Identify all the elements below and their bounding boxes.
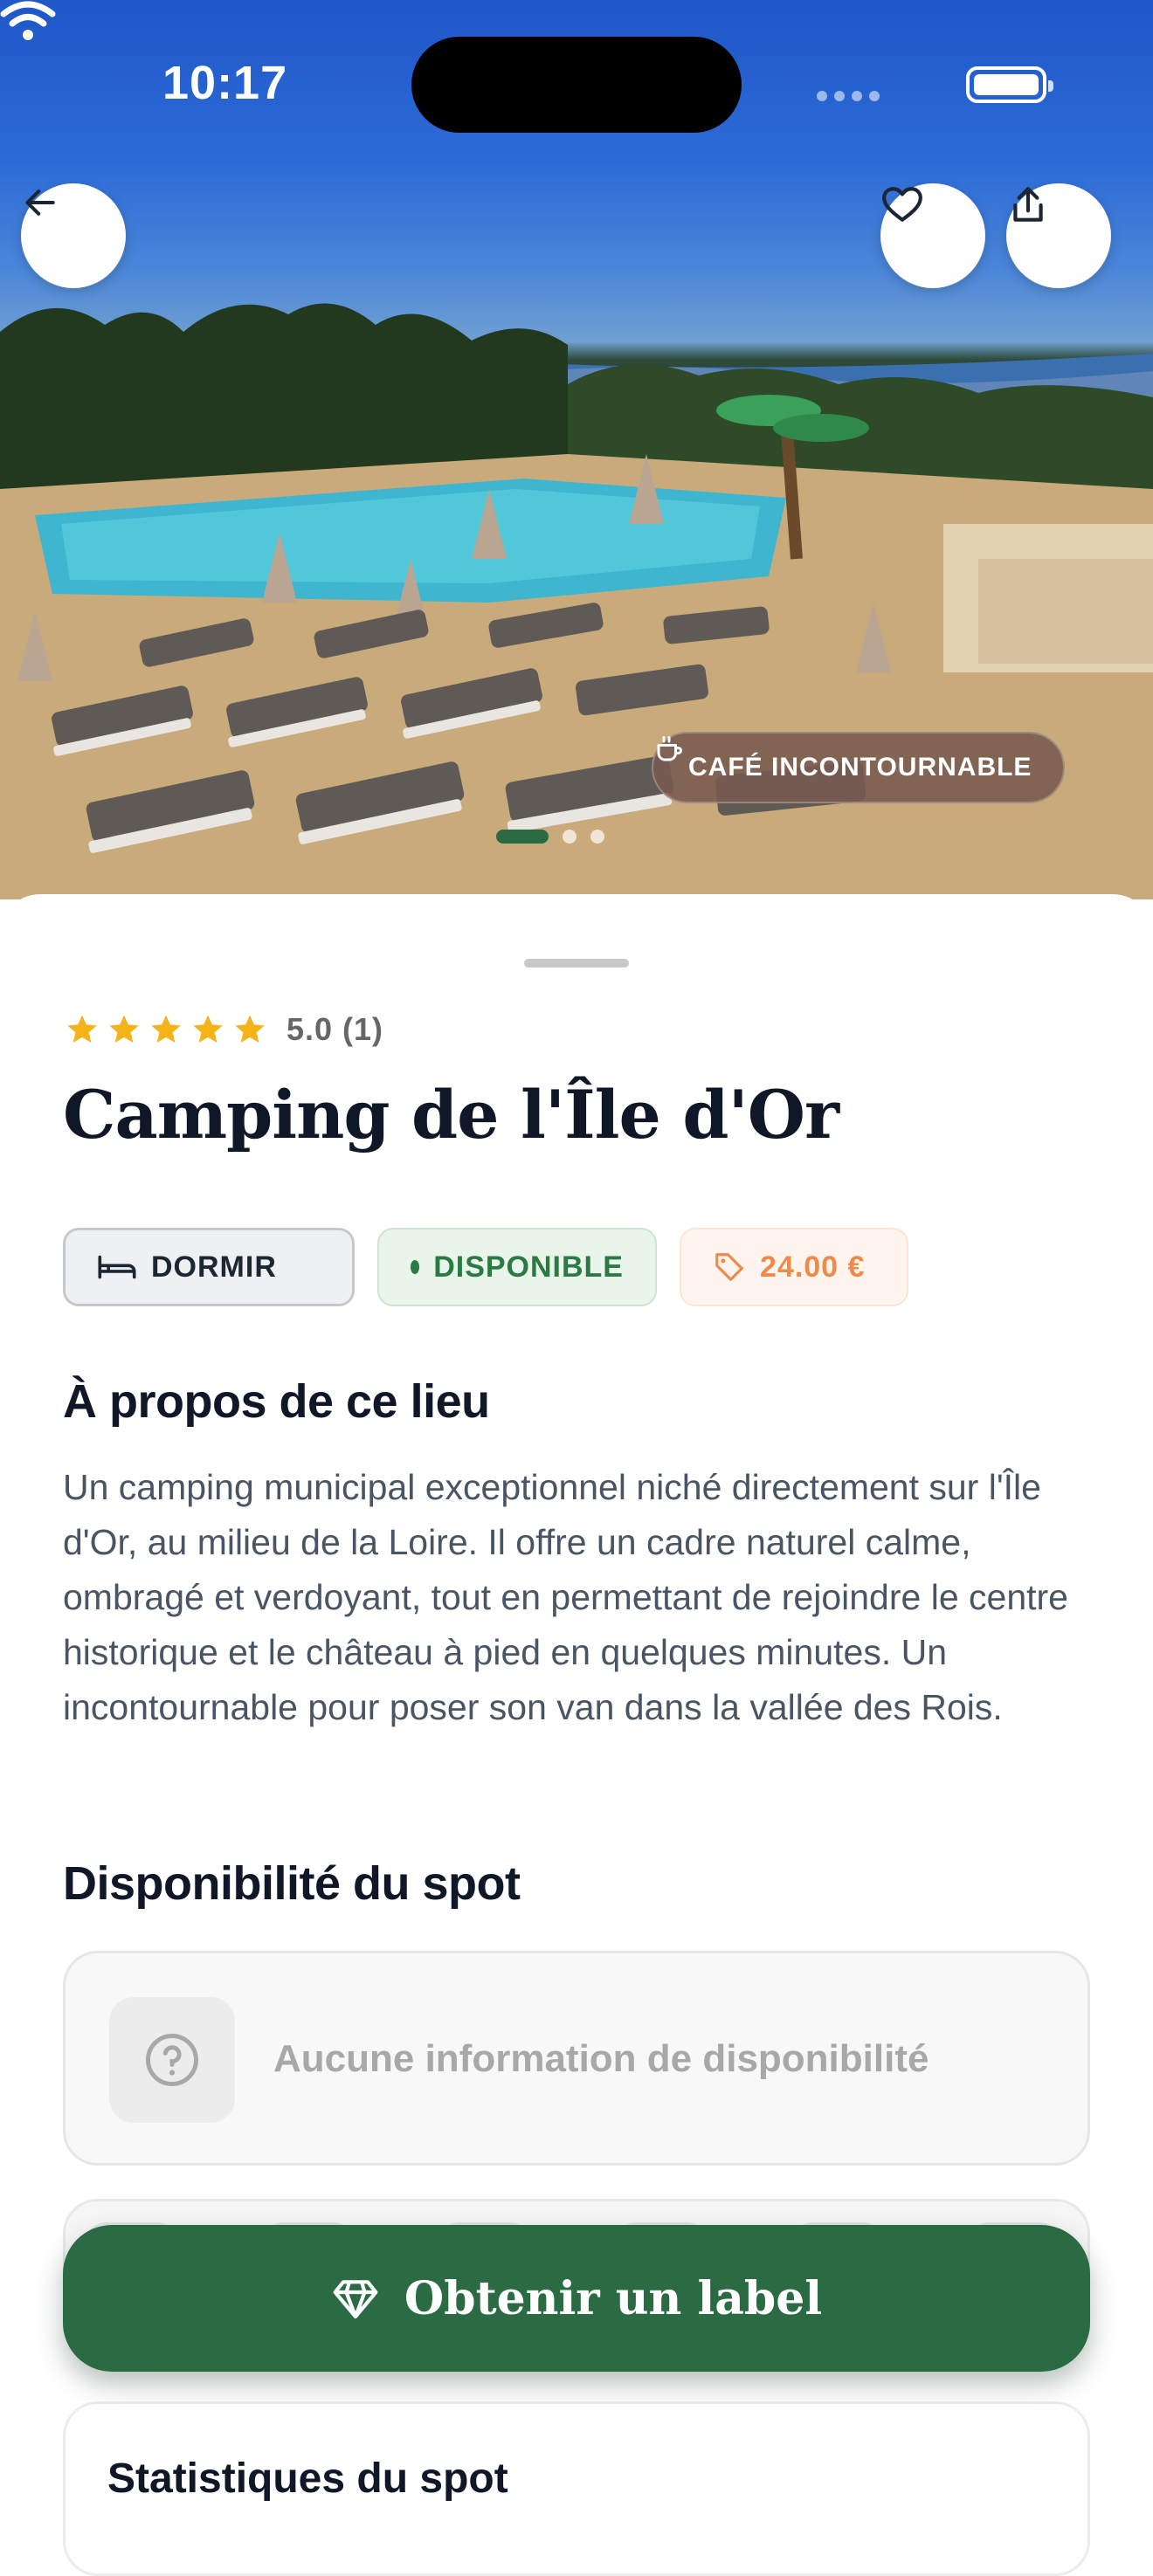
favorite-button[interactable] <box>880 183 985 288</box>
rating: 5.0 (1) <box>65 1011 383 1048</box>
star-icon <box>193 1015 223 1043</box>
arrow-left-icon <box>25 189 55 216</box>
get-label-button-label: Obtenir un label <box>404 2271 823 2325</box>
status-label: DISPONIBLE <box>433 1250 624 1284</box>
availability-empty-text: Aucune information de disponibilité <box>273 2037 929 2080</box>
sheet-drag-handle[interactable] <box>524 959 629 968</box>
status-chip: DISPONIBLE <box>377 1228 657 1306</box>
price-chip: 24.00 € <box>680 1228 908 1306</box>
diamond-icon <box>333 2280 378 2319</box>
bed-icon <box>98 1255 136 1279</box>
battery-icon <box>966 66 1053 103</box>
place-tags: DORMIR DISPONIBLE 24.00 € <box>63 1228 908 1306</box>
wifi-icon <box>0 1 56 40</box>
cellular-signal-icon <box>817 91 880 101</box>
star-icon <box>67 1015 97 1043</box>
highlight-badge-label: CAFÉ INCONTOURNABLE <box>688 753 1032 782</box>
carousel-dot[interactable] <box>563 830 576 844</box>
price-label: 24.00 € <box>760 1250 866 1284</box>
star-icon <box>151 1015 181 1043</box>
share-button[interactable] <box>1006 183 1111 288</box>
carousel-dot-active[interactable] <box>496 830 549 844</box>
price-tag-icon <box>715 1253 743 1281</box>
star-icon <box>109 1015 139 1043</box>
about-heading: À propos de ce lieu <box>63 1375 490 1428</box>
about-description: Un camping municipal exceptionnel niché … <box>63 1467 1068 1727</box>
share-icon <box>1013 187 1043 222</box>
place-title: Camping de l'Île d'Or <box>63 1076 839 1154</box>
coffee-cup-icon <box>657 736 682 761</box>
statistics-heading: Statistiques du spot <box>107 2455 508 2502</box>
category-chip: DORMIR <box>63 1228 355 1306</box>
status-dot-icon <box>411 1260 420 1274</box>
back-button[interactable] <box>21 183 126 288</box>
highlight-badge: CAFÉ INCONTOURNABLE <box>652 732 1066 803</box>
carousel-indicator[interactable] <box>496 830 604 844</box>
statistics-card: Statistiques du spot <box>63 2401 1090 2576</box>
dynamic-island <box>411 37 742 133</box>
heart-icon <box>882 187 922 222</box>
availability-heading: Disponibilité du spot <box>63 1857 521 1910</box>
hero-image[interactable]: 10:17 CAFÉ INCONTOURNABLE <box>0 0 1153 899</box>
availability-card: Aucune information de disponibilité <box>63 1951 1090 2166</box>
get-label-button[interactable]: Obtenir un label <box>63 2225 1090 2372</box>
availability-icon-box <box>109 1997 235 2123</box>
status-time: 10:17 <box>162 57 288 109</box>
question-circle-icon <box>146 2034 198 2086</box>
carousel-dot[interactable] <box>590 830 604 844</box>
rating-score: 5.0 (1) <box>287 1011 384 1047</box>
star-icon <box>235 1015 265 1043</box>
category-label: DORMIR <box>151 1250 277 1284</box>
